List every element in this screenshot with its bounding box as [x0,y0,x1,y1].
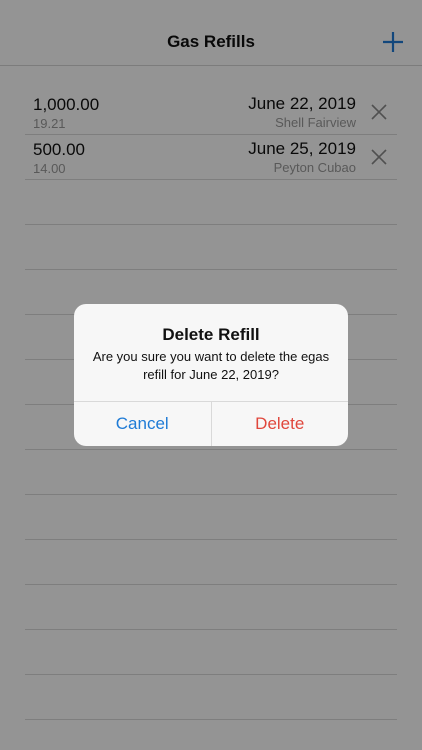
screen: Gas Refills 1,000.00 19.21 June 22, 2019… [0,0,422,750]
cancel-button[interactable]: Cancel [74,402,212,446]
delete-button[interactable]: Delete [212,402,349,446]
alert-title: Delete Refill [162,325,260,344]
alert-message: Are you sure you want to delete the egas… [92,349,330,382]
delete-refill-alert: Delete Refill Are you sure you want to d… [74,304,348,446]
alert-button-bar: Cancel Delete [74,401,348,446]
